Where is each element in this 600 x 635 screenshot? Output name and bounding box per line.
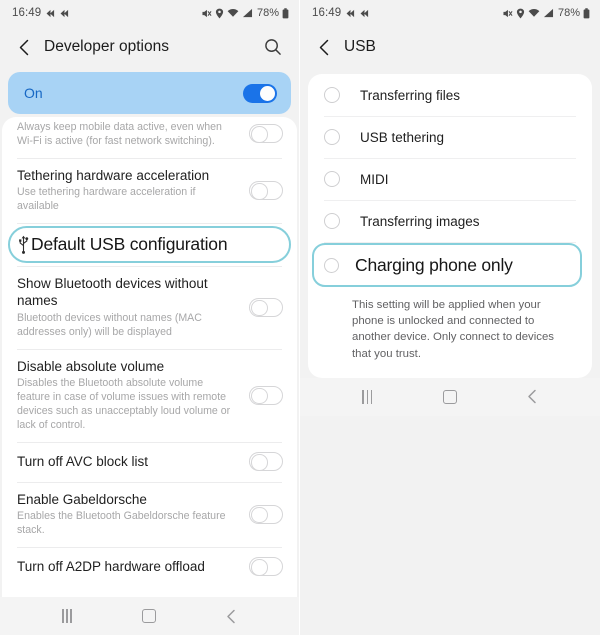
status-bar-left-group: 16:49 <box>312 7 369 19</box>
list-item[interactable]: Show Bluetooth devices without names Blu… <box>2 266 297 348</box>
list-item-toggle[interactable] <box>249 181 283 201</box>
list-item-title: Show Bluetooth devices without names <box>17 276 208 309</box>
back-icon[interactable] <box>214 601 250 631</box>
signal-icon <box>242 8 253 18</box>
status-bar-right-group: 78% <box>201 7 289 19</box>
mute-icon <box>502 8 513 19</box>
left-settings-card: Always keep mobile data active, even whe… <box>2 117 297 597</box>
status-bar-clock: 16:49 <box>12 7 42 19</box>
list-item-texts: Always keep mobile data active, even whe… <box>17 119 249 149</box>
rewind-icon <box>60 9 69 18</box>
usb-option-label: Transferring files <box>360 87 461 103</box>
left-phone-screen: 16:49 78% Developer options On Always ke… <box>0 0 300 635</box>
list-item-toggle[interactable] <box>249 124 283 144</box>
developer-options-master-toggle[interactable]: On <box>8 72 291 114</box>
list-item-subtitle: Bluetooth devices without names (MAC add… <box>17 311 202 338</box>
right-app-bar: USB <box>300 26 600 68</box>
list-item-texts: Tethering hardware acceleration Use teth… <box>17 167 249 214</box>
radio-button-icon[interactable] <box>324 129 340 145</box>
left-status-bar: 16:49 78% <box>0 0 299 26</box>
list-item[interactable]: Enable Gabeldorsche Enables the Bluetoot… <box>2 481 297 547</box>
master-toggle-switch[interactable] <box>243 83 277 103</box>
list-item-texts: Enable Gabeldorsche Enables the Bluetoot… <box>17 491 249 538</box>
list-item-toggle[interactable] <box>249 385 283 405</box>
list-item-texts: Show Bluetooth devices without names Blu… <box>17 275 249 339</box>
search-icon[interactable] <box>259 33 287 61</box>
list-item-toggle[interactable] <box>249 504 283 524</box>
usb-option-usb-tethering[interactable]: USB tethering <box>308 116 592 158</box>
recents-icon[interactable] <box>49 601 85 631</box>
radio-button-icon[interactable] <box>324 87 340 103</box>
list-item-subtitle: Always keep mobile data active, even whe… <box>17 121 222 147</box>
list-item-toggle[interactable] <box>249 297 283 317</box>
right-phone-screen: 16:49 78% USB Transferring files USB tet… <box>300 0 600 635</box>
right-status-bar: 16:49 78% <box>300 0 600 26</box>
usb-option-charging-phone-only[interactable]: Charging phone only <box>308 242 592 288</box>
back-icon[interactable] <box>515 382 551 412</box>
wifi-icon <box>227 8 239 18</box>
usb-option-label: USB tethering <box>360 129 445 145</box>
usb-option-transferring-images[interactable]: Transferring images <box>308 200 592 242</box>
list-item[interactable]: Tethering hardware acceleration Use teth… <box>2 157 297 223</box>
list-item-title: Turn off AVC block list <box>17 454 149 470</box>
dual-screenshot-stage: 16:49 78% Developer options On Always ke… <box>0 0 600 635</box>
radio-button-icon[interactable] <box>324 257 339 273</box>
location-icon <box>516 8 525 19</box>
home-icon[interactable] <box>131 601 167 631</box>
rewind-icon <box>46 9 55 18</box>
master-toggle-label: On <box>24 85 43 101</box>
usb-icon <box>17 235 30 255</box>
list-item-subtitle: Disables the Bluetooth absolute volume f… <box>17 376 231 431</box>
list-item-subtitle: Use tethering hardware acceleration if a… <box>17 186 196 213</box>
list-item-toggle[interactable] <box>249 452 283 472</box>
right-navigation-bar <box>300 377 600 416</box>
usb-option-label: Charging phone only <box>355 254 513 275</box>
usb-options-card: Transferring files USB tethering MIDI Tr… <box>308 74 592 378</box>
list-item[interactable]: Turn off A2DP hardware offload <box>2 546 297 587</box>
location-icon <box>215 8 224 19</box>
radio-button-icon[interactable] <box>324 213 340 229</box>
recents-icon[interactable] <box>349 382 385 412</box>
list-item-texts: Disable absolute volume Disables the Blu… <box>17 358 249 433</box>
list-item[interactable]: Turn off AVC block list <box>2 441 297 482</box>
back-chevron-icon[interactable] <box>10 33 38 61</box>
status-bar-right-group: 78% <box>502 7 590 19</box>
usb-option-label: Transferring images <box>360 213 480 229</box>
page-title: USB <box>344 38 376 55</box>
radio-button-icon[interactable] <box>324 171 340 187</box>
battery-percent-label: 78% <box>557 7 580 19</box>
battery-icon <box>583 7 590 19</box>
signal-icon <box>543 8 554 18</box>
list-item-default-usb-configuration[interactable]: Default USB configuration <box>2 223 297 266</box>
rewind-icon <box>360 9 369 18</box>
battery-icon <box>282 7 289 19</box>
back-chevron-icon[interactable] <box>310 33 338 61</box>
developer-options-list: Always keep mobile data active, even whe… <box>2 117 297 587</box>
usb-option-midi[interactable]: MIDI <box>308 158 592 200</box>
status-bar-clock: 16:49 <box>312 7 342 19</box>
left-navigation-bar <box>0 597 299 635</box>
list-item-texts: Turn off AVC block list <box>17 453 249 470</box>
list-item[interactable]: Always keep mobile data active, even whe… <box>2 117 297 158</box>
usb-option-label: MIDI <box>360 171 389 187</box>
list-item-toggle[interactable] <box>249 557 283 577</box>
rewind-icon <box>346 9 355 18</box>
usb-options-footnote: This setting will be applied when your p… <box>352 299 554 360</box>
list-item-subtitle: Enables the Bluetooth Gabeldorsche featu… <box>17 510 226 536</box>
list-item-texts: Turn off A2DP hardware offload <box>17 558 249 575</box>
list-item-title: Disable absolute volume <box>17 358 165 374</box>
battery-percent-label: 78% <box>256 7 279 19</box>
list-item[interactable]: Disable absolute volume Disables the Blu… <box>2 348 297 442</box>
list-item-title: Default USB configuration <box>31 234 228 255</box>
home-icon[interactable] <box>432 382 468 412</box>
mute-icon <box>201 8 212 19</box>
wifi-icon <box>528 8 540 18</box>
list-item-title: Enable Gabeldorsche <box>17 491 147 507</box>
page-title: Developer options <box>44 38 169 55</box>
list-item-title: Turn off A2DP hardware offload <box>17 559 205 575</box>
status-bar-left-group: 16:49 <box>12 7 69 19</box>
list-item-title: Tethering hardware acceleration <box>17 167 210 183</box>
usb-option-transferring-files[interactable]: Transferring files <box>308 74 592 116</box>
left-app-bar: Developer options <box>0 26 299 68</box>
